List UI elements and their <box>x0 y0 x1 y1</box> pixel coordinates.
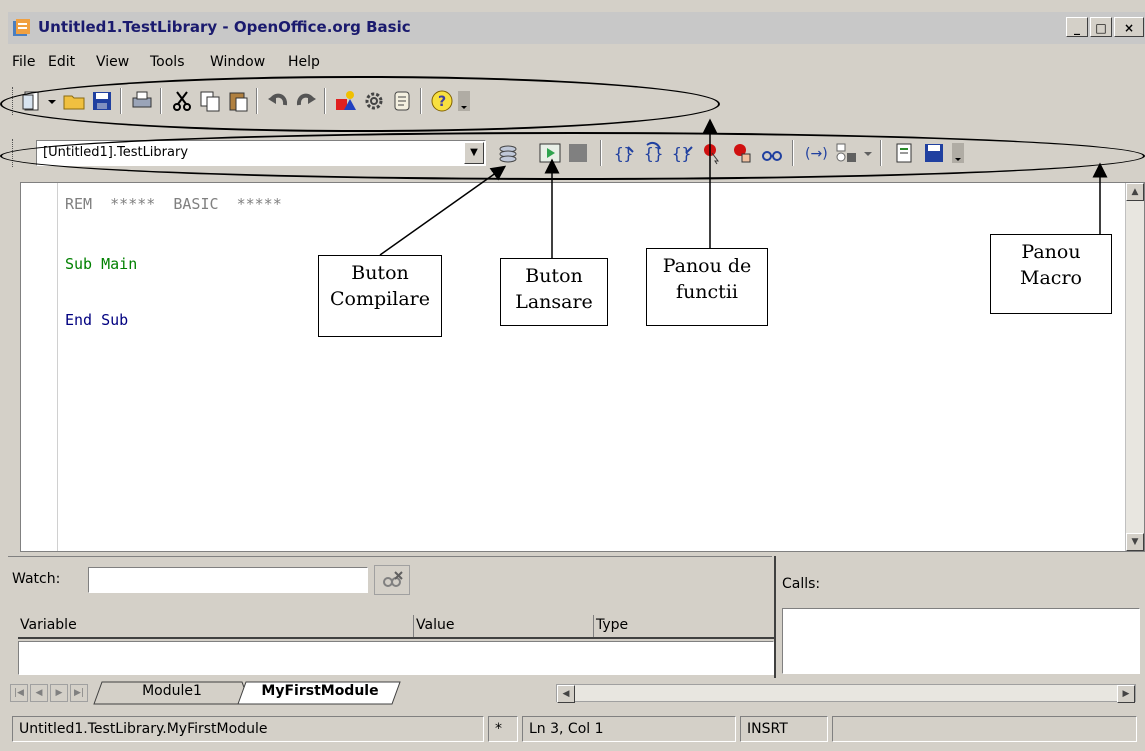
remove-watch-icon <box>383 571 403 587</box>
scroll-down-icon[interactable]: ▼ <box>1126 533 1144 551</box>
status-module-path: Untitled1.TestLibrary.MyFirstModule <box>12 716 484 742</box>
prev-tab-icon[interactable]: ◀ <box>30 684 48 702</box>
annotation-oval-standard-toolbar <box>0 76 720 132</box>
remove-watch-button[interactable] <box>374 565 410 595</box>
minimize-button[interactable]: _ <box>1066 17 1088 37</box>
column-header-type[interactable]: Type <box>594 615 774 637</box>
watch-input[interactable] <box>88 567 368 593</box>
column-header-value[interactable]: Value <box>414 615 594 637</box>
last-tab-icon[interactable]: ▶| <box>70 684 88 702</box>
callout-compile-button: Buton Compilare <box>318 255 442 337</box>
menu-window[interactable]: Window <box>210 54 265 70</box>
code-editor[interactable]: REM ***** BASIC ***** Sub Main End Sub ▲… <box>20 182 1145 552</box>
app-icon <box>13 19 30 36</box>
column-header-variable[interactable]: Variable <box>18 615 414 637</box>
calls-pane: Calls: <box>774 556 1145 678</box>
window-title: Untitled1.TestLibrary - OpenOffice.org B… <box>38 18 411 36</box>
maximize-button[interactable]: □ <box>1090 17 1112 37</box>
next-tab-icon[interactable]: ▶ <box>50 684 68 702</box>
module-tabs-bar: |◀ ◀ ▶ ▶| Module1 MyFirstModule ◀ ▶ <box>8 680 1145 706</box>
close-button[interactable]: × <box>1114 17 1144 37</box>
watch-pane: Watch: Variable Value Type <box>8 556 774 679</box>
calls-label: Calls: <box>782 576 821 592</box>
basic-ide-window: Untitled1.TestLibrary - OpenOffice.org B… <box>0 0 1145 751</box>
scroll-left-icon[interactable]: ◀ <box>557 685 575 703</box>
code-line-sub: Sub Main <box>65 255 138 273</box>
menu-bar: File Edit View Tools Window Help <box>8 50 1145 76</box>
code-line-rem: REM ***** BASIC ***** <box>65 195 282 213</box>
tab-module1[interactable]: Module1 <box>102 680 242 704</box>
line-gutter[interactable] <box>21 183 58 551</box>
callout-macro-panel: Panou Macro <box>990 234 1112 314</box>
menu-help[interactable]: Help <box>288 54 320 70</box>
status-extra <box>832 716 1137 742</box>
calls-list[interactable] <box>782 608 1140 674</box>
tab-myfirstmodule[interactable]: MyFirstModule <box>250 680 390 704</box>
annotation-oval-macro-toolbar <box>0 132 1145 180</box>
callout-functions-panel: Panou de functii <box>646 248 768 326</box>
first-tab-icon[interactable]: |◀ <box>10 684 28 702</box>
vertical-scrollbar[interactable]: ▲ ▼ <box>1125 183 1144 551</box>
status-bar: Untitled1.TestLibrary.MyFirstModule * Ln… <box>8 712 1145 744</box>
callout-run-button: Buton Lansare <box>500 258 608 326</box>
watch-list[interactable] <box>18 641 774 675</box>
scroll-up-icon[interactable]: ▲ <box>1126 183 1144 201</box>
status-insert-mode[interactable]: INSRT <box>740 716 828 742</box>
menu-view[interactable]: View <box>96 54 129 70</box>
status-cursor-position: Ln 3, Col 1 <box>522 716 736 742</box>
title-bar[interactable]: Untitled1.TestLibrary - OpenOffice.org B… <box>8 12 1145 44</box>
code-line-endsub: End Sub <box>65 311 129 329</box>
watch-table-header: Variable Value Type <box>18 615 774 639</box>
horizontal-scrollbar[interactable]: ◀ ▶ <box>556 684 1136 703</box>
status-modified-indicator: * <box>488 716 518 742</box>
menu-tools[interactable]: Tools <box>150 54 185 70</box>
menu-file[interactable]: File <box>12 54 35 70</box>
watch-label: Watch: <box>12 571 61 587</box>
scroll-right-icon[interactable]: ▶ <box>1117 685 1135 703</box>
menu-edit[interactable]: Edit <box>48 54 75 70</box>
